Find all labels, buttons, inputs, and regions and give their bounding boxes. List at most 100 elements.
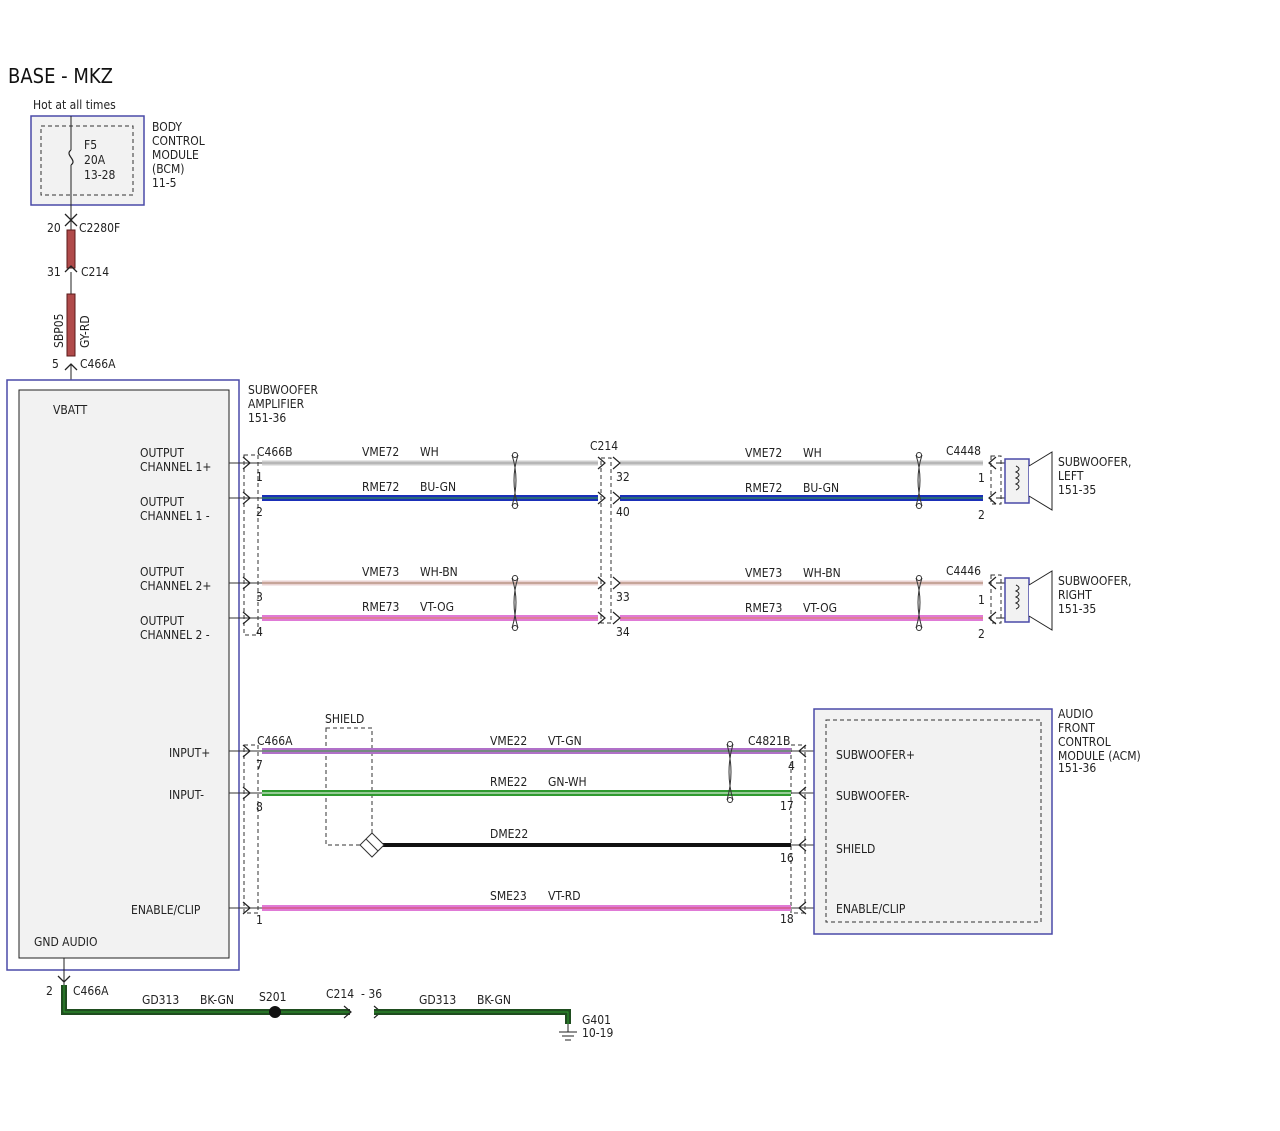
sme23-pin-a: 1 [256,913,263,927]
w2-color-a: BU-GN [420,480,456,494]
acm-pin-sub-minus: SUBWOOFER- [836,789,909,803]
amp-ch1n-2: CHANNEL 1 - [140,509,210,523]
w3-color-b: WH-BN [803,566,841,580]
hot-at-all-times-label: Hot at all times [33,98,116,112]
w1-pin-m: 32 [616,470,630,484]
subwoofer-left-2: LEFT [1058,469,1084,483]
vme22-color: VT-GN [548,734,582,748]
conn-c466b: C466B [257,445,293,459]
w4-color-b: VT-OG [803,601,837,615]
w1-color-b: WH [803,446,822,460]
gnd-point: G401 [582,1013,611,1027]
gnd-conn-c214: C214 [326,987,354,1001]
w4-circuit-b: RME73 [745,601,782,615]
w2-circuit-b: RME72 [745,481,782,495]
conn-c4446: C4446 [946,564,981,578]
subwoofer-left-icon [996,451,1053,511]
w4-pin-m: 34 [616,625,630,639]
ground-icon [559,1024,577,1041]
amp-gnd-audio: GND AUDIO [34,935,97,949]
w2-pin-s: 2 [978,508,985,522]
pin-c466a-feed: 5 [52,357,59,371]
amp-vbatt: VBATT [53,403,88,417]
connector-c214-outline [600,457,612,624]
w1-pin-a: 1 [256,470,263,484]
sme23-pin-b: 18 [780,912,794,926]
amp-ch2n-1: OUTPUT [140,614,184,628]
amp-ch1n-1: OUTPUT [140,495,184,509]
rme22-pin-a: 8 [256,800,263,814]
subwoofer-left-1: SUBWOOFER, [1058,455,1131,469]
gnd-ref: 10-19 [582,1026,613,1040]
shield-label: SHIELD [325,712,364,726]
acm-pin-enable: ENABLE/CLIP [836,902,906,916]
acm-label-5: 151-36 [1058,761,1096,775]
amp-ch2p-2: CHANNEL 2+ [140,579,211,593]
w3-circuit-a: VME73 [362,565,399,579]
gnd-color-a: BK-GN [200,993,234,1007]
body-control-module: F5 20A 13-28 BODY CONTROL MODULE (BCM) 1… [30,115,205,206]
amp-title-2: AMPLIFIER [248,397,305,411]
pin-c214-feed: 31 [47,265,61,279]
wire-gd313-b [374,1009,571,1024]
w1-circuit-a: VME72 [362,445,399,459]
w2-color-b: BU-GN [803,481,839,495]
gnd-circuit-a: GD313 [142,993,179,1007]
wiring-diagram: BASE - MKZ Hot at all times F5 20A 13-28… [6,64,1141,1041]
conn-c214-mid: C214 [590,439,618,453]
vme22-circuit: VME22 [490,734,527,748]
amp-ch1p-1: OUTPUT [140,446,184,460]
input-wires: C466A C4821B VME22 VT-GN 7 4 RME22 GN-WH… [229,734,815,927]
acm-label-1: AUDIO [1058,707,1093,721]
dme22-circuit: DME22 [490,827,528,841]
diagram-title: BASE - MKZ [8,64,113,88]
w1-color-a: WH [420,445,439,459]
amp-input-plus: INPUT+ [169,746,210,760]
gnd-conn: C466A [73,984,109,998]
fuse-ref: 13-28 [84,168,115,182]
conn-c466a-feed: C466A [80,357,116,371]
w3-pin-m: 33 [616,590,630,604]
acm-label-2: FRONT [1058,721,1095,735]
sme23-color: VT-RD [548,889,581,903]
acm-label-3: CONTROL [1058,735,1111,749]
w4-pin-a: 4 [256,625,263,639]
w3-color-a: WH-BN [420,565,458,579]
conn-c4448: C4448 [946,444,981,458]
speaker-wires: C466B C214 C4448 C4446 VME72 WH VME72 WH… [229,439,997,641]
w3-circuit-b: VME73 [745,566,782,580]
rme22-color: GN-WH [548,775,587,789]
bcm-label-4: (BCM) [152,162,184,176]
connector-c4446-outline [990,574,1002,624]
w2-circuit-a: RME72 [362,480,399,494]
w4-circuit-a: RME73 [362,600,399,614]
sme23-circuit: SME23 [490,889,527,903]
amp-title-1: SUBWOOFER [248,383,318,397]
circuit-sbp05: SBP05 [52,313,66,348]
conn-c2280f: C2280F [79,221,120,235]
w1-circuit-b: VME72 [745,446,782,460]
subwoofer-left-3: 151-35 [1058,483,1096,497]
fuse-name: F5 [84,138,97,152]
conn-c214-feed: C214 [81,265,109,279]
bcm-label-3: MODULE [152,148,199,162]
amp-ch2p-1: OUTPUT [140,565,184,579]
gnd-splice: S201 [259,990,286,1004]
amp-enable-clip: ENABLE/CLIP [131,903,201,917]
acm-pin-shield: SHIELD [836,842,875,856]
splice-s201-icon [269,1006,281,1018]
fuse-rating: 20A [84,153,106,167]
rme22-pin-b: 17 [780,799,794,813]
w4-pin-s: 2 [978,627,985,641]
conn-c4821b: C4821B [748,734,790,748]
gnd-pin: 2 [46,984,53,998]
shield-outline [325,727,373,846]
dme22-pin-b: 16 [780,851,794,865]
vme22-pin-b: 4 [788,759,795,773]
acm-pin-sub-plus: SUBWOOFER+ [836,748,915,762]
pin-c2280f: 20 [47,221,61,235]
vme22-pin-a: 7 [256,758,263,772]
w4-color-a: VT-OG [420,600,454,614]
gnd-circuit-b: GD313 [419,993,456,1007]
bcm-label-5: 11-5 [152,176,177,190]
